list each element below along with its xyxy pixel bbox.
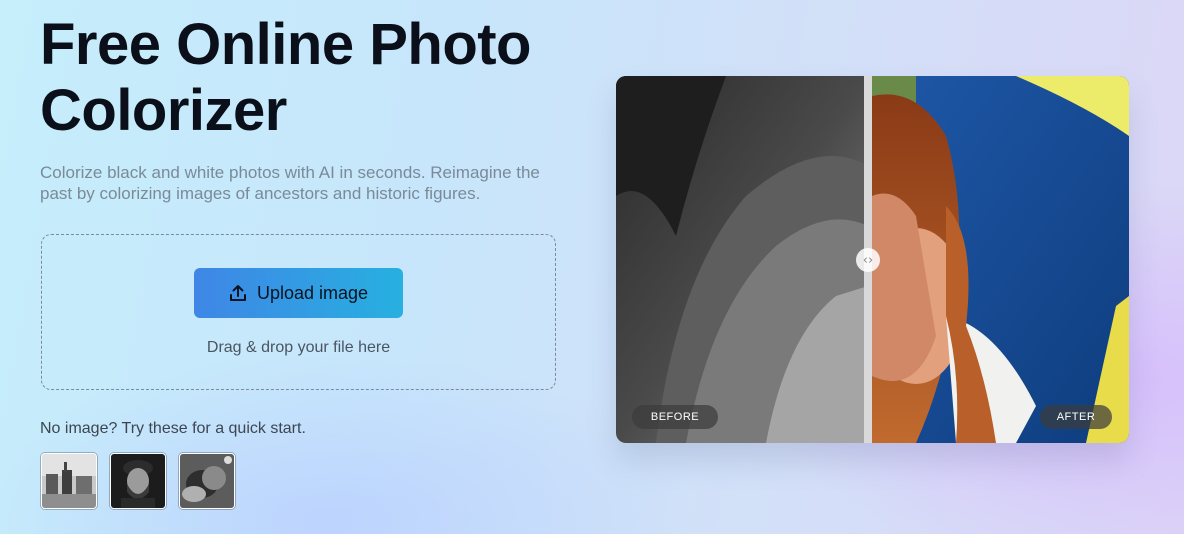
sample-man-portrait-thumbnail[interactable]: [110, 453, 166, 509]
drag-drop-hint: Drag & drop your file here: [206, 339, 391, 356]
after-badge: AFTER: [1040, 405, 1112, 429]
sample-street-scene-thumbnail[interactable]: [41, 453, 97, 509]
split-arrows-icon[interactable]: ‹›: [856, 248, 880, 272]
title-line-2: Colorizer: [40, 78, 287, 143]
title-line-1: Free Online Photo: [40, 12, 532, 77]
upload-button-label: Upload image: [256, 282, 369, 303]
before-after-comparison: ‹› BEFORE AFTER: [616, 76, 1129, 443]
before-badge: BEFORE: [632, 405, 718, 429]
upload-image-button[interactable]: Upload image: [194, 268, 403, 318]
upload-icon: [229, 285, 246, 301]
upload-dropzone[interactable]: Upload image Drag & drop your file here: [41, 234, 556, 390]
sample-animal-photo-thumbnail[interactable]: [179, 453, 235, 509]
page-subtitle: Colorize black and white photos with AI …: [40, 163, 540, 203]
samples-label: No image? Try these for a quick start.: [40, 420, 306, 437]
sample-thumbnails: [41, 453, 235, 509]
page-title: Free Online Photo Colorizer: [40, 12, 532, 144]
